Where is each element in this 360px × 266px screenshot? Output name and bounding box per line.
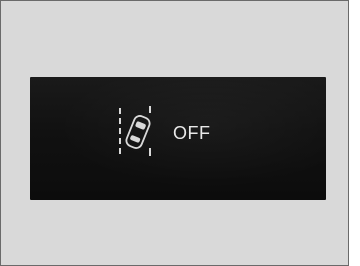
lane-departure-vehicle-icon [119, 106, 151, 156]
screen-frame: OFF [0, 0, 349, 266]
instrument-display: OFF [30, 77, 326, 200]
lane-keep-status-text: OFF [173, 123, 211, 143]
